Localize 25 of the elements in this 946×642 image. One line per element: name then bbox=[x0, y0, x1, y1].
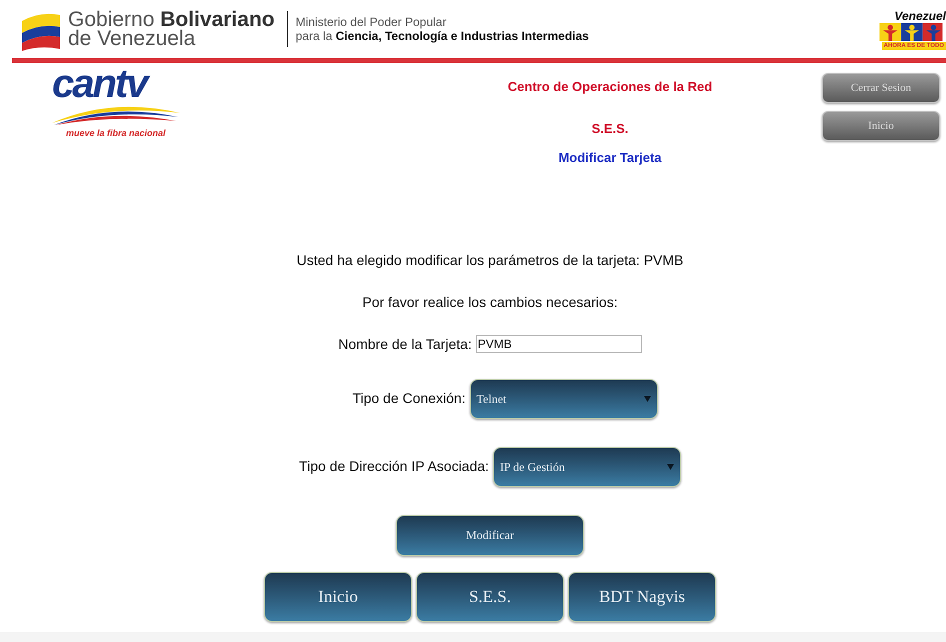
caret-icon bbox=[666, 464, 674, 470]
text-field[interactable]: PVMB bbox=[476, 335, 642, 353]
campaign-title: Venezuel bbox=[894, 10, 946, 23]
field-label: Tipo de Conexión: bbox=[352, 389, 466, 408]
caret-icon bbox=[644, 396, 651, 402]
nav-button[interactable]: Cerrar Sesion bbox=[822, 73, 940, 103]
nav-button[interactable]: BDT Nagvis bbox=[568, 572, 716, 622]
ministry-title: Ministerio del Poder Popular bbox=[296, 15, 448, 29]
center-title: Centro de Operaciones de la Red bbox=[508, 78, 712, 96]
message-text: Por favor realice los cambios necesarios: bbox=[362, 292, 618, 312]
nav-button[interactable]: S.E.S. bbox=[416, 572, 564, 622]
dropdown[interactable]: IP de Gestión bbox=[492, 446, 681, 486]
government-subtitle: de Venezuela bbox=[68, 29, 196, 48]
field-label: Tipo de Dirección IP Asociada: bbox=[299, 457, 489, 476]
system-title: S.E.S. bbox=[592, 120, 628, 138]
page-title: Modificar Tarjeta bbox=[558, 149, 662, 167]
message-text: Usted ha elegido modificar los parámetros de la tarjeta: PVMB bbox=[296, 250, 684, 270]
government-title: Gobierno Bolivariano bbox=[68, 10, 275, 29]
modify-button[interactable]: Modificar bbox=[396, 514, 584, 556]
nav-button[interactable]: Inicio bbox=[264, 572, 412, 622]
dropdown[interactable]: Telnet bbox=[470, 378, 658, 418]
nav-button[interactable]: Inicio bbox=[822, 111, 940, 141]
ministry-subtitle: para la Ciencia, Tecnología e Industrias Intermedias bbox=[296, 29, 589, 43]
field-label: Nombre de la Tarjeta: bbox=[338, 334, 472, 354]
brand-tagline: mueve la fibra nacional bbox=[66, 127, 166, 140]
